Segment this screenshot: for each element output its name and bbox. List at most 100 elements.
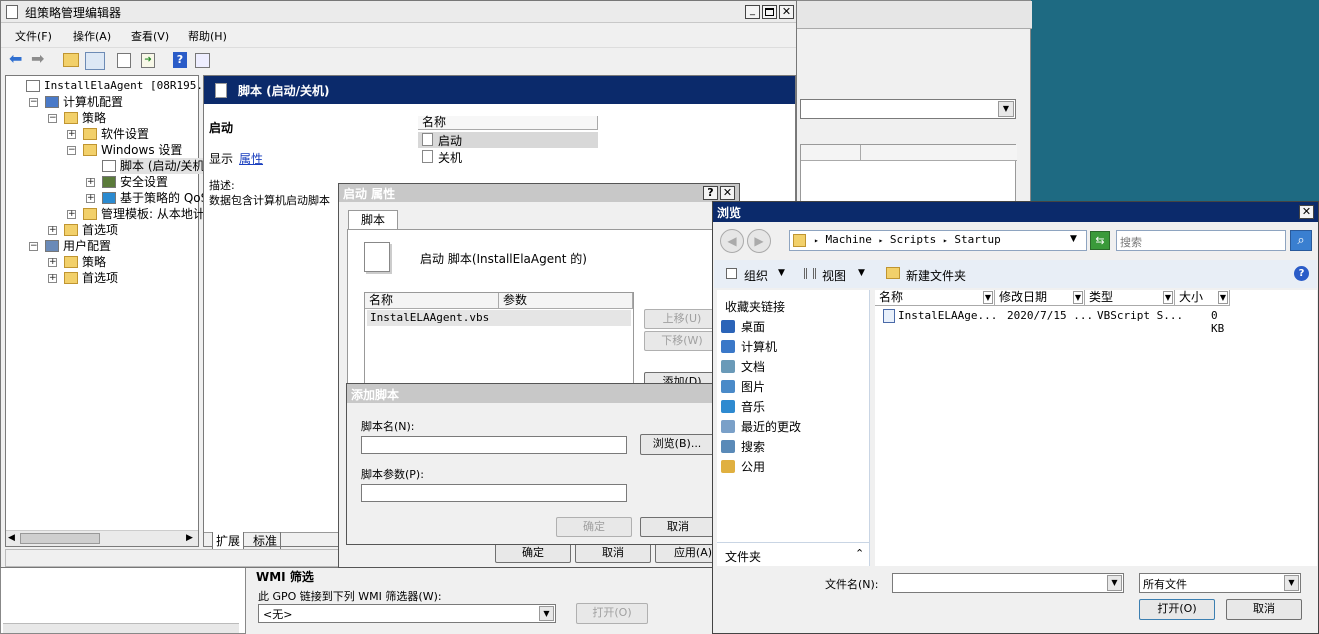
search-input[interactable]: 搜索 [1116,230,1286,251]
help-button[interactable]: ? [703,186,718,200]
expand-icon[interactable]: + [67,130,76,139]
help-icon[interactable]: ? [173,52,187,68]
column-header[interactable]: 大小 ▼ [1175,290,1230,306]
file-row[interactable]: InstalELAAge... 2020/7/15 ... VBScript S… [881,308,1227,335]
up-folder-icon[interactable] [63,53,79,67]
close-button[interactable]: ✕ [1299,205,1314,219]
expand-icon[interactable]: + [67,210,76,219]
wmi-open-button[interactable]: 打开(O) [576,603,648,624]
scroll-thumb[interactable] [20,533,100,544]
bg-dropdown-arrow[interactable]: ▼ [998,101,1014,117]
chevron-down-icon[interactable]: ▼ [1070,234,1077,244]
tree-item[interactable]: − Windows 设置 [6,142,198,158]
nav-forward-button[interactable]: ▶ [747,229,771,253]
breadcrumb-item[interactable]: Machine [825,233,871,246]
ok-button[interactable]: 确定 [495,543,571,563]
menu-view[interactable]: 查看(V) [131,28,169,44]
expand-icon[interactable]: + [48,226,57,235]
menu-help[interactable]: 帮助(H) [188,28,227,44]
column-header[interactable]: 修改日期 ▼ [995,290,1085,306]
move-up-button[interactable]: 上移(U) [644,309,720,329]
export-icon[interactable]: ➜ [141,53,155,68]
cancel-button[interactable]: 取消 [1226,599,1302,620]
tree-hscrollbar[interactable]: ◀ ▶ [6,530,198,546]
tree-item[interactable]: − 用户配置 [6,238,198,254]
collapse-icon[interactable]: − [48,114,57,123]
browse-button[interactable]: 浏览(B)... [640,434,714,455]
menu-action[interactable]: 操作(A) [73,28,111,44]
refresh-button[interactable]: ⇆ [1090,231,1110,250]
breadcrumb-item[interactable]: Startup [954,233,1000,246]
chevron-down-icon[interactable]: ▼ [982,291,993,304]
address-bar[interactable]: ▸ Machine ▸ Scripts ▸ Startup ▼ [789,230,1087,251]
collapse-icon[interactable]: − [67,146,76,155]
scroll-right-icon[interactable]: ▶ [186,533,193,543]
chevron-down-icon[interactable]: ▼ [778,268,785,278]
col-name[interactable]: 名称 [365,293,499,309]
script-name-input[interactable] [361,436,627,454]
forward-arrow-icon[interactable]: ➡ [31,51,44,67]
tree-item[interactable]: − 计算机配置 [6,94,198,110]
bg-dropdown[interactable] [800,99,1016,119]
tab-script[interactable]: 脚本 [348,210,398,230]
new-folder-button[interactable]: 新建文件夹 [906,267,966,284]
minimize-button[interactable]: _ [745,5,760,19]
cancel-button[interactable]: 取消 [575,543,651,563]
tree-item[interactable]: + 管理模板: 从本地计 [6,206,205,222]
wmi-select[interactable]: <无> ▼ [258,604,556,623]
tree-item[interactable]: + 安全设置 [6,174,198,190]
close-button[interactable]: ✕ [720,186,735,200]
scroll-left-icon[interactable]: ◀ [8,533,15,543]
menu-file[interactable]: 文件(F) [15,28,52,44]
tab-standard[interactable]: 标准 [250,532,282,549]
tree-item[interactable]: − 策略 [6,110,198,126]
organize-menu[interactable]: 组织 [744,267,768,284]
chevron-down-icon[interactable]: ▼ [1162,291,1173,304]
properties-icon[interactable] [117,53,131,68]
expand-icon[interactable]: + [48,258,57,267]
chevron-down-icon[interactable]: ▼ [1217,291,1228,304]
properties-link[interactable]: 属性 [239,150,263,167]
tree-item[interactable]: + 软件设置 [6,126,198,142]
show-action-pane-icon[interactable] [195,53,210,68]
open-button[interactable]: 打开(O) [1139,599,1215,620]
cancel-button[interactable]: 取消 [640,517,716,537]
show-tree-icon[interactable] [85,52,105,70]
expand-icon[interactable]: + [86,178,95,187]
list-item-shutdown[interactable]: 关机 [418,149,598,165]
chevron-down-icon[interactable]: ▼ [539,606,554,621]
chevron-down-icon[interactable]: ▼ [1107,575,1122,591]
bottom-scrollbar[interactable] [3,623,239,633]
back-arrow-icon[interactable]: ⬅ [9,51,22,67]
breadcrumb-item[interactable]: Scripts [890,233,936,246]
tab-extended[interactable]: 扩展 [212,532,245,549]
nav-back-button[interactable]: ◀ [720,229,744,253]
script-params-input[interactable] [361,484,627,502]
tree-item[interactable]: + 首选项 [6,222,198,238]
collapse-icon[interactable]: − [29,242,38,251]
list-item-startup[interactable]: 启动 [418,132,598,148]
search-icon[interactable]: ⌕ [1290,230,1312,251]
list-header-name[interactable]: 名称 [418,116,598,130]
close-button[interactable]: ✕ [779,5,794,19]
column-header[interactable]: 类型 ▼ [1085,290,1175,306]
column-header[interactable]: 名称 ▼ [875,290,995,306]
table-row[interactable]: InstalELAAgent.vbs [367,310,631,326]
tree-item[interactable]: InstallElaAgent [08R195.ADMA [6,78,229,94]
ok-button[interactable]: 确定 [556,517,632,537]
expand-icon[interactable]: + [48,274,57,283]
folders-toggle[interactable]: 文件夹 ⌃ [717,542,869,566]
tree-item[interactable]: + 基于策略的 QoS [6,190,208,206]
col-params[interactable]: 参数 [499,293,633,309]
move-down-button[interactable]: 下移(W) [644,331,720,351]
expand-icon[interactable]: + [86,194,95,203]
tree-item[interactable]: + 策略 [6,254,198,270]
chevron-down-icon[interactable]: ▼ [1284,575,1299,591]
chevron-down-icon[interactable]: ▼ [858,268,865,278]
chevron-down-icon[interactable]: ▼ [1072,291,1083,304]
filetype-select[interactable]: 所有文件 ▼ [1139,573,1301,593]
collapse-icon[interactable]: − [29,98,38,107]
tree-item[interactable]: 脚本 (启动/关机 [6,158,205,174]
tree-item[interactable]: + 首选项 [6,270,198,286]
maximize-button[interactable] [762,5,777,19]
